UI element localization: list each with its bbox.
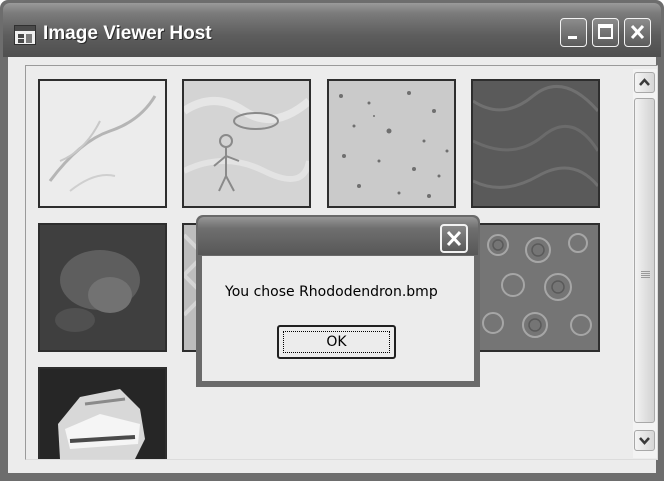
thumbnail-image — [40, 81, 165, 206]
thumbnail-image — [184, 81, 309, 206]
thumbnail-image — [40, 369, 165, 459]
minimize-icon — [568, 36, 577, 39]
thumbnail-1[interactable] — [38, 79, 167, 208]
close-icon — [630, 24, 645, 40]
thumbnail-image — [329, 81, 454, 206]
thumbnail-9[interactable] — [38, 367, 167, 459]
thumbnail-4[interactable] — [471, 79, 600, 208]
close-button[interactable] — [624, 18, 651, 47]
scroll-down-arrow-icon — [639, 437, 650, 445]
thumbnail-3[interactable] — [327, 79, 456, 208]
ok-button-label: OK — [326, 334, 347, 350]
minimize-button[interactable] — [560, 18, 587, 47]
scroll-down-button[interactable] — [634, 430, 655, 451]
vertical-scrollbar[interactable] — [633, 69, 657, 458]
dialog-message: You chose Rhododendron.bmp — [225, 284, 438, 300]
maximize-icon — [598, 24, 613, 39]
thumbnail-8[interactable] — [471, 223, 600, 352]
thumbnail-image — [40, 225, 165, 350]
dialog-title-bar[interactable] — [198, 217, 478, 255]
scroll-up-button[interactable] — [634, 72, 655, 93]
thumbnail-image — [473, 225, 598, 350]
ok-button[interactable]: OK — [277, 325, 396, 359]
close-icon — [446, 230, 462, 247]
app-window-icon[interactable] — [14, 25, 36, 45]
thumbnail-5[interactable] — [38, 223, 167, 352]
maximize-button[interactable] — [592, 18, 619, 47]
dialog-body — [202, 256, 474, 381]
scroll-thumb[interactable] — [634, 98, 655, 423]
thumbnail-image — [473, 81, 598, 206]
dialog-close-button[interactable] — [440, 224, 468, 253]
thumbnail-2[interactable] — [182, 79, 311, 208]
grip-icon — [641, 271, 650, 280]
window-bottom-border — [0, 473, 664, 481]
window-title: Image Viewer Host — [43, 23, 212, 44]
scroll-up-arrow-icon — [639, 78, 650, 86]
